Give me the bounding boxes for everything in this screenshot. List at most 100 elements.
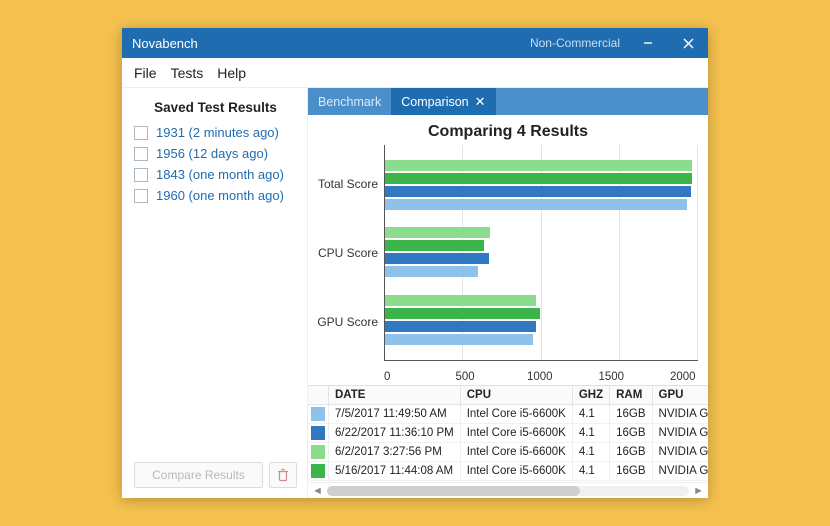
saved-result-label: 1843 (one month ago) — [156, 167, 284, 182]
tab-strip: Benchmark Comparison ✕ — [308, 88, 708, 115]
bar — [385, 308, 540, 319]
series-swatch — [311, 464, 325, 478]
saved-result-item[interactable]: 1931 (2 minutes ago) — [134, 125, 297, 140]
cell-gpu: NVIDIA Gef — [652, 462, 708, 481]
table-row[interactable]: 6/22/2017 11:36:10 PMIntel Core i5-6600K… — [308, 424, 708, 443]
cell-ram: 16GB — [610, 462, 652, 481]
close-icon — [683, 38, 694, 49]
cell-ghz: 4.1 — [572, 462, 609, 481]
cell-date: 7/5/2017 11:49:50 AM — [329, 405, 461, 424]
tab-comparison[interactable]: Comparison ✕ — [391, 88, 495, 115]
saved-results-list: 1931 (2 minutes ago) 1956 (12 days ago) 18… — [134, 125, 297, 203]
delete-result-button[interactable] — [269, 462, 297, 488]
scroll-left-icon[interactable]: ◄ — [312, 485, 323, 497]
bar — [385, 295, 536, 306]
series-swatch — [311, 426, 325, 440]
checkbox[interactable] — [134, 189, 148, 203]
cell-ghz: 4.1 — [572, 424, 609, 443]
col-cpu[interactable]: CPU — [460, 386, 572, 405]
saved-result-label: 1931 (2 minutes ago) — [156, 125, 279, 140]
minimize-icon — [643, 38, 653, 48]
checkbox[interactable] — [134, 126, 148, 140]
titlebar: Novabench Non-Commercial — [122, 28, 708, 58]
y-axis-label: Total Score — [318, 177, 378, 191]
bar — [385, 240, 484, 251]
sidebar-heading: Saved Test Results — [134, 100, 297, 115]
col-date[interactable]: DATE — [329, 386, 461, 405]
cell-ghz: 4.1 — [572, 405, 609, 424]
trash-icon — [277, 468, 289, 482]
scrollbar-thumb[interactable] — [327, 486, 581, 496]
scrollbar-track[interactable] — [327, 486, 689, 496]
cell-gpu: NVIDIA Gef — [652, 443, 708, 462]
bar — [385, 334, 533, 345]
table-header-row: DATE CPU GHZ RAM GPU — [308, 386, 708, 405]
menubar: File Tests Help — [122, 58, 708, 88]
x-axis-tick: 1000 — [527, 371, 599, 383]
series-swatch — [311, 445, 325, 459]
cell-cpu: Intel Core i5-6600K — [460, 443, 572, 462]
series-swatch — [311, 407, 325, 421]
cell-gpu: NVIDIA Gef — [652, 424, 708, 443]
main-panel: Benchmark Comparison ✕ Comparing 4 Resul… — [308, 88, 708, 498]
cell-date: 6/2/2017 3:27:56 PM — [329, 443, 461, 462]
table-row[interactable]: 7/5/2017 11:49:50 AMIntel Core i5-6600K4… — [308, 405, 708, 424]
menu-file[interactable]: File — [134, 65, 157, 81]
bar — [385, 266, 478, 277]
menu-help[interactable]: Help — [217, 65, 246, 81]
saved-result-item[interactable]: 1843 (one month ago) — [134, 167, 297, 182]
bar — [385, 186, 691, 197]
col-ram[interactable]: RAM — [610, 386, 652, 405]
x-axis-tick: 2000 — [670, 371, 698, 383]
cell-cpu: Intel Core i5-6600K — [460, 462, 572, 481]
y-axis-label: CPU Score — [318, 246, 378, 260]
checkbox[interactable] — [134, 168, 148, 182]
table-row[interactable]: 5/16/2017 11:44:08 AMIntel Core i5-6600K… — [308, 462, 708, 481]
horizontal-scrollbar[interactable]: ◄ ► — [308, 482, 708, 498]
comparison-chart: Total Score CPU Score GPU Score 0500100015… — [308, 145, 708, 385]
x-axis-tick: 1500 — [599, 371, 671, 383]
results-table: DATE CPU GHZ RAM GPU 7/5/2017 11:49:50 A… — [308, 385, 708, 482]
tab-benchmark[interactable]: Benchmark — [308, 88, 391, 115]
y-axis-label: GPU Score — [317, 315, 378, 329]
app-window: Novabench Non-Commercial File Tests Help… — [122, 28, 708, 498]
col-gpu[interactable]: GPU — [652, 386, 708, 405]
bar — [385, 321, 536, 332]
close-button[interactable] — [668, 28, 708, 58]
tab-label: Benchmark — [318, 95, 381, 109]
x-axis-tick: 500 — [456, 371, 528, 383]
col-ghz[interactable]: GHZ — [572, 386, 609, 405]
bar — [385, 173, 692, 184]
bar-group — [385, 227, 698, 277]
sidebar: Saved Test Results 1931 (2 minutes ago)1… — [122, 88, 308, 498]
cell-gpu: NVIDIA Gef — [652, 405, 708, 424]
saved-result-item[interactable]: 1960 (one month ago) — [134, 188, 297, 203]
cell-ram: 16GB — [610, 405, 652, 424]
cell-cpu: Intel Core i5-6600K — [460, 424, 572, 443]
cell-date: 6/22/2017 11:36:10 PM — [329, 424, 461, 443]
checkbox[interactable] — [134, 147, 148, 161]
bar-group — [385, 295, 698, 345]
saved-result-item[interactable]: 1956 (12 days ago) — [134, 146, 297, 161]
saved-result-label: 1960 (one month ago) — [156, 188, 284, 203]
tab-label: Comparison — [401, 95, 468, 109]
cell-ram: 16GB — [610, 443, 652, 462]
chart-title: Comparing 4 Results — [308, 123, 708, 141]
bar — [385, 253, 489, 264]
x-axis-tick: 0 — [384, 371, 456, 383]
menu-tests[interactable]: Tests — [171, 65, 204, 81]
cell-cpu: Intel Core i5-6600K — [460, 405, 572, 424]
cell-ghz: 4.1 — [572, 443, 609, 462]
minimize-button[interactable] — [628, 28, 668, 58]
table-row[interactable]: 6/2/2017 3:27:56 PMIntel Core i5-6600K4.… — [308, 443, 708, 462]
cell-date: 5/16/2017 11:44:08 AM — [329, 462, 461, 481]
compare-results-button[interactable]: Compare Results — [134, 462, 263, 488]
bar-group — [385, 160, 698, 210]
license-label: Non-Commercial — [530, 36, 620, 50]
tab-close-icon[interactable]: ✕ — [475, 95, 486, 108]
scroll-right-icon[interactable]: ► — [693, 485, 704, 497]
bar — [385, 199, 687, 210]
cell-ram: 16GB — [610, 424, 652, 443]
bar — [385, 227, 490, 238]
saved-result-label: 1956 (12 days ago) — [156, 146, 268, 161]
